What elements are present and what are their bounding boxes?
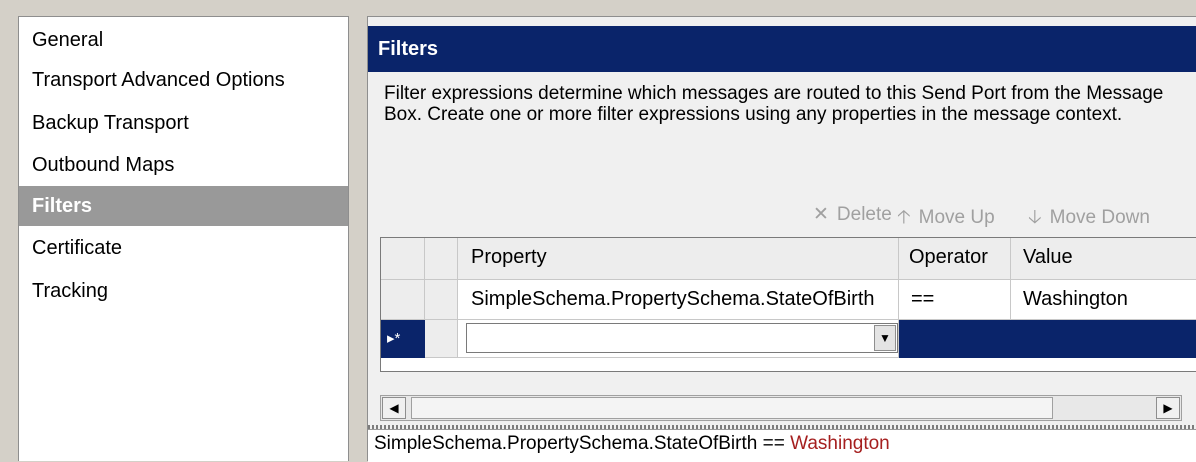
settings-nav: General Transport Advanced Options Backu… (18, 16, 349, 461)
delete-label: Delete (836, 204, 892, 225)
property-combobox[interactable]: ▼ (466, 323, 898, 353)
row-group-cell (425, 280, 458, 320)
move-up-button[interactable]: 🡡 Move Up (897, 203, 995, 235)
scroll-left-icon[interactable]: ◀ (382, 397, 406, 419)
cell-operator[interactable]: == (899, 280, 1011, 320)
delete-button[interactable]: ✕ Delete (813, 203, 892, 226)
x-icon: ✕ (813, 204, 829, 225)
move-up-label: Move Up (918, 207, 995, 228)
move-down-button[interactable]: 🡣 Move Down (1028, 203, 1150, 235)
chevron-down-icon[interactable]: ▼ (874, 325, 896, 351)
cell-value[interactable]: Washington (1011, 280, 1196, 320)
expression-operator: == (762, 433, 785, 454)
scrollbar-thumb[interactable] (411, 397, 1053, 419)
filters-panel: Filters Filter expressions determine whi… (367, 16, 1196, 462)
filter-grid: Property Operator Value SimpleSchema.Pro… (380, 237, 1196, 372)
grid-corner-cell (381, 238, 425, 280)
new-row-operator-cell[interactable] (899, 320, 1011, 358)
expression-value: Washington (790, 433, 890, 454)
new-row-marker[interactable]: ▸* (381, 320, 425, 358)
horizontal-scrollbar[interactable]: ◀ ▶ (380, 395, 1182, 421)
column-header-property[interactable]: Property (458, 238, 899, 280)
nav-item-certificate[interactable]: Certificate (19, 228, 348, 268)
panel-title: Filters (368, 26, 1196, 72)
expression-property: SimpleSchema.PropertySchema.StateOfBirth (374, 433, 758, 454)
nav-item-outbound-maps[interactable]: Outbound Maps (19, 145, 348, 185)
arrow-up-icon: 🡡 (897, 207, 911, 228)
cell-property[interactable]: SimpleSchema.PropertySchema.StateOfBirth (458, 280, 899, 320)
filter-expression-preview: SimpleSchema.PropertySchema.StateOfBirth… (368, 429, 1196, 462)
row-header[interactable] (381, 280, 425, 320)
grid-group-cell (425, 238, 458, 280)
column-header-operator[interactable]: Operator (899, 238, 1011, 280)
nav-item-filters[interactable]: Filters (19, 186, 348, 226)
scroll-right-icon[interactable]: ▶ (1156, 397, 1180, 419)
arrow-down-icon: 🡣 (1028, 207, 1042, 228)
move-down-label: Move Down (1049, 207, 1150, 228)
new-row-group-cell (425, 320, 458, 358)
new-row-value-cell[interactable] (1011, 320, 1196, 358)
panel-description: Filter expressions determine which messa… (384, 83, 1164, 125)
nav-item-tracking[interactable]: Tracking (19, 271, 348, 311)
nav-item-transport-advanced-options[interactable]: Transport Advanced Options (19, 60, 348, 100)
nav-item-general[interactable]: General (19, 20, 348, 60)
nav-item-backup-transport[interactable]: Backup Transport (19, 103, 348, 143)
column-header-value[interactable]: Value (1011, 238, 1196, 280)
